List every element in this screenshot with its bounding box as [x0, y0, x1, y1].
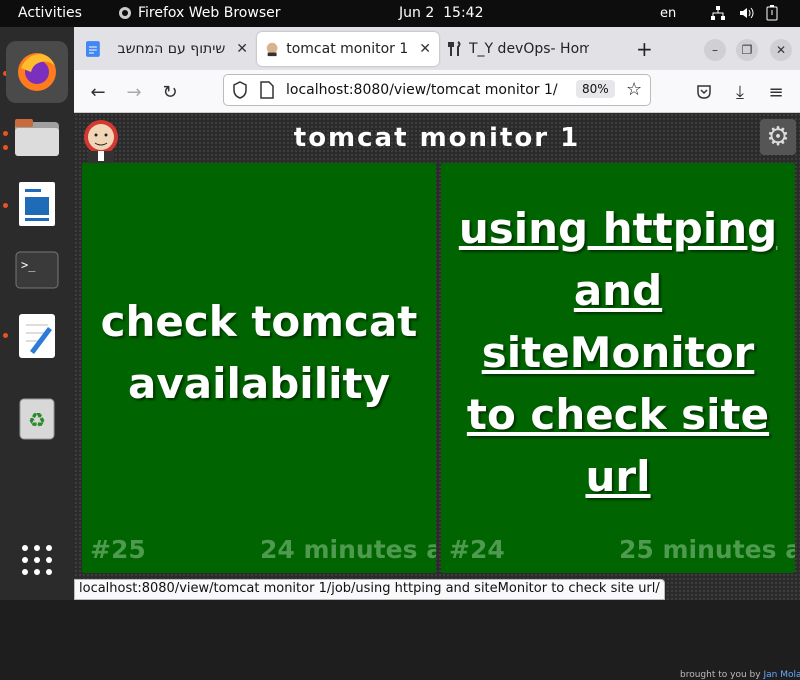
- page-info-icon[interactable]: [260, 81, 274, 99]
- maximize-button[interactable]: ❐: [736, 39, 758, 61]
- dock-firefox[interactable]: [6, 41, 68, 103]
- clock[interactable]: Jun 2 15:42: [399, 5, 484, 21]
- forward-button[interactable]: →: [122, 80, 146, 104]
- build-number[interactable]: #24: [449, 535, 505, 564]
- close-window-button[interactable]: ✕: [770, 39, 792, 61]
- downloads-button[interactable]: ⤓: [728, 80, 752, 104]
- tab-label: T_Y devOps- Home: [469, 41, 589, 57]
- tab-label: שיתוף עם המחשב: [117, 41, 226, 57]
- firefox-icon: [18, 53, 56, 91]
- system-tray[interactable]: [710, 5, 778, 21]
- pocket-button[interactable]: [692, 80, 716, 104]
- page-title: tomcat monitor 1: [293, 123, 581, 153]
- firefox-window: שיתוף עם המחשב ✕ tomcat monitor 1 ✕ T_Y …: [74, 27, 800, 680]
- minimize-button[interactable]: –: [704, 39, 726, 61]
- download-icon: ⤓: [736, 81, 744, 103]
- tab-remote-desktop[interactable]: שיתוף עם המחשב ✕: [78, 32, 256, 66]
- folder-icon: [15, 119, 59, 156]
- job-name[interactable]: check tomcat availability: [92, 163, 426, 543]
- dock-trash[interactable]: ♻: [6, 387, 68, 449]
- recycle-bin-icon: ♻: [19, 398, 55, 440]
- link-status-bar: localhost:8080/view/tomcat monitor 1/job…: [74, 579, 665, 600]
- pocket-icon: [697, 85, 711, 99]
- dock: >_ ♻: [0, 27, 74, 600]
- maximize-icon: ❐: [741, 43, 753, 57]
- app-grid-icon: [22, 545, 52, 575]
- svg-text:>_: >_: [21, 258, 36, 272]
- gear-icon: ⚙: [766, 122, 790, 152]
- writer-icon: [19, 182, 55, 226]
- time-label: 15:42: [443, 5, 484, 21]
- dock-libreoffice-writer[interactable]: [6, 173, 68, 235]
- text-editor-icon: [19, 314, 55, 358]
- app-menu[interactable]: Firefox Web Browser: [118, 5, 281, 21]
- credit-line: brought to you by Jan Molak: [680, 670, 800, 680]
- dock-terminal[interactable]: >_: [6, 239, 68, 301]
- tab-devops-home[interactable]: T_Y devOps- Home: [440, 32, 598, 66]
- battery-icon: [766, 5, 778, 21]
- show-applications-button[interactable]: [6, 529, 68, 591]
- volume-icon: [740, 7, 754, 19]
- back-arrow-icon: ←: [90, 81, 106, 103]
- firefox-icon: [119, 7, 131, 19]
- system-top-bar: Activities Firefox Web Browser Jun 2 15:…: [0, 0, 800, 27]
- author-link[interactable]: Jan Molak: [763, 670, 800, 680]
- bookmark-star-icon[interactable]: ☆: [626, 79, 642, 100]
- plus-icon: +: [636, 37, 653, 61]
- dock-text-editor[interactable]: [6, 305, 68, 367]
- close-tab-icon[interactable]: ✕: [236, 41, 248, 57]
- jenkins-build-monitor: tomcat monitor 1 ⚙ check tomcat availabi…: [74, 113, 800, 680]
- close-tab-icon[interactable]: ✕: [419, 41, 431, 57]
- new-tab-button[interactable]: +: [628, 32, 653, 66]
- back-button[interactable]: ←: [86, 80, 110, 104]
- job-name-link[interactable]: using httping and siteMonitor to check s…: [451, 163, 785, 543]
- tab-strip: שיתוף עם המחשב ✕ tomcat monitor 1 ✕ T_Y …: [74, 27, 800, 70]
- build-age: 25 minutes ago: [619, 535, 795, 564]
- url-text[interactable]: localhost:8080/view/tomcat monitor 1/: [286, 82, 558, 98]
- jenkins-icon: [266, 42, 278, 57]
- credit-prefix: brought to you by: [680, 670, 761, 680]
- reload-icon: ↻: [162, 81, 178, 103]
- close-icon: ✕: [775, 43, 787, 57]
- build-number[interactable]: #25: [90, 535, 146, 564]
- zoom-indicator[interactable]: 80%: [576, 80, 615, 98]
- app-menu-button[interactable]: ≡: [764, 80, 788, 104]
- network-icon: [711, 6, 725, 20]
- reload-button[interactable]: ↻: [158, 80, 182, 104]
- svg-text:♻: ♻: [28, 408, 46, 432]
- tab-label: tomcat monitor 1: [286, 41, 409, 57]
- forward-arrow-icon: →: [126, 81, 142, 103]
- app-name: Firefox Web Browser: [138, 5, 281, 21]
- terminal-icon: >_: [15, 251, 59, 289]
- tab-tomcat-monitor[interactable]: tomcat monitor 1 ✕: [257, 32, 439, 66]
- navigation-toolbar: ← → ↻ localhost:8080/view/tomcat monitor…: [74, 70, 800, 113]
- tools-icon: [448, 41, 461, 56]
- address-bar[interactable]: localhost:8080/view/tomcat monitor 1/ 80…: [223, 74, 651, 106]
- google-docs-icon: [86, 41, 100, 57]
- dock-files[interactable]: [6, 107, 68, 169]
- date-label: Jun 2: [399, 5, 435, 21]
- input-language-indicator[interactable]: en: [660, 6, 676, 21]
- minimize-icon: –: [712, 43, 718, 57]
- job-tile[interactable]: using httping and siteMonitor to check s…: [441, 163, 795, 573]
- build-age: 24 minutes ago: [260, 535, 436, 564]
- shield-icon[interactable]: [232, 81, 248, 99]
- hamburger-menu-icon: ≡: [768, 81, 784, 103]
- job-tile[interactable]: check tomcat availability #25 24 minutes…: [82, 163, 436, 573]
- settings-button[interactable]: ⚙: [760, 119, 796, 155]
- activities-button[interactable]: Activities: [18, 5, 82, 21]
